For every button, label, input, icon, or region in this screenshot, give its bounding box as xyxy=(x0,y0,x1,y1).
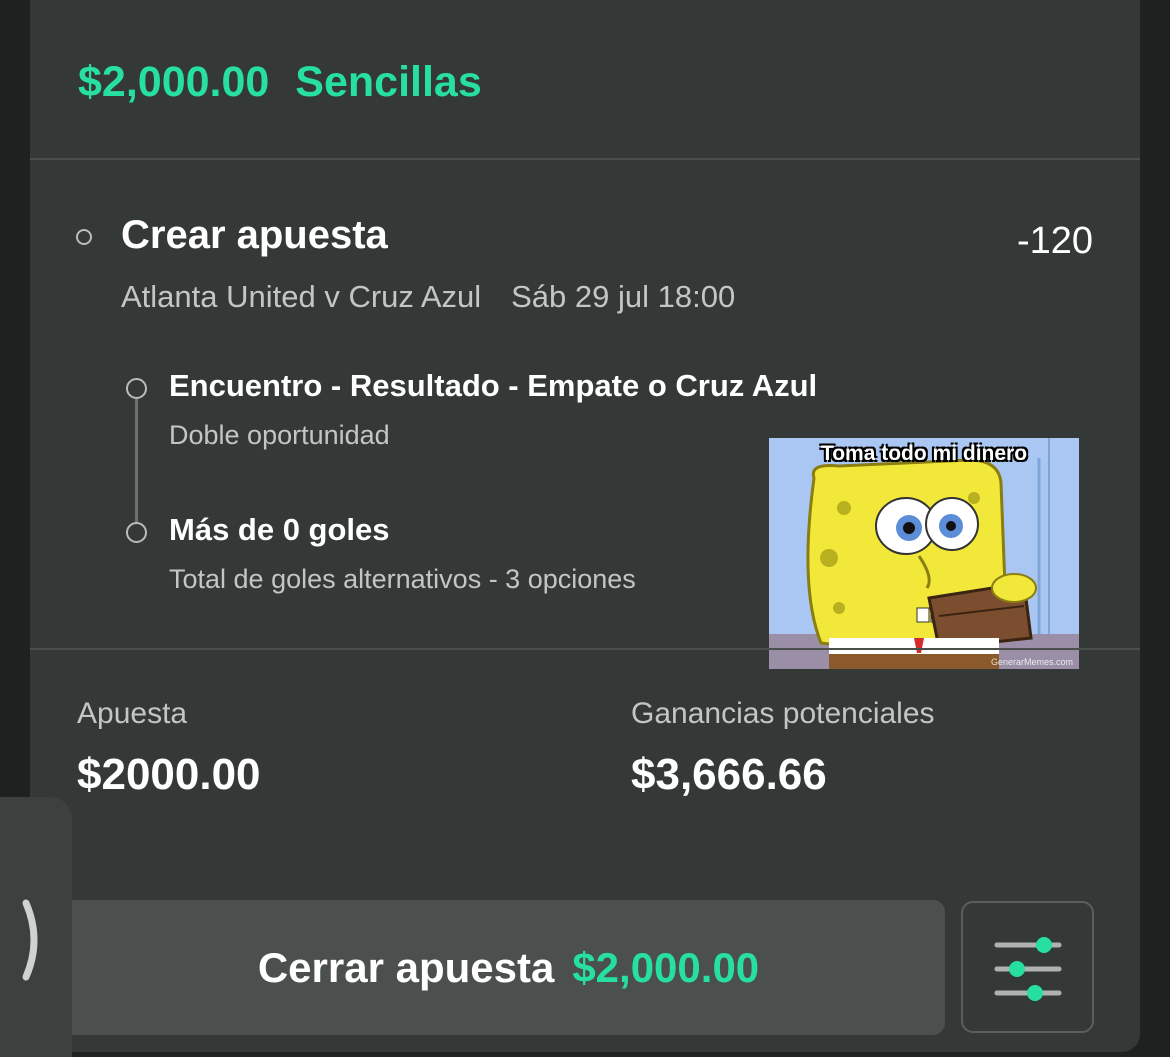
leg-subtitle: Doble oportunidad xyxy=(169,420,390,450)
bet-title: Crear apuesta xyxy=(121,213,388,257)
leg-subtitle: Total de goles alternativos - 3 opciones xyxy=(169,564,636,594)
chevron-right-icon xyxy=(22,899,38,981)
header-bet-type: Sencillas xyxy=(295,58,482,106)
match-datetime: Sáb 29 jul 18:00 xyxy=(511,279,736,314)
spongebob-meme-illustration xyxy=(769,438,1079,669)
leg-title: Más de 0 goles xyxy=(169,512,390,547)
meme-caption: Toma todo mi dinero xyxy=(820,442,1028,465)
cashout-button[interactable]: Cerrar apuesta $2,000.00 xyxy=(72,900,945,1035)
winnings-label: Ganancias potenciales xyxy=(631,697,935,730)
bet-match-info: Atlanta United v Cruz Azul Sáb 29 jul 18:… xyxy=(121,279,735,315)
leg-dot xyxy=(126,378,147,399)
settings-button[interactable] xyxy=(961,901,1094,1033)
leg-dot xyxy=(126,522,147,543)
header-amount: $2,000.00 xyxy=(78,58,270,106)
divider xyxy=(30,158,1140,160)
bet-status-dot xyxy=(76,229,92,245)
bet-odds: -120 xyxy=(1016,220,1093,262)
stake-value: $2000.00 xyxy=(77,750,261,799)
sliders-icon xyxy=(994,937,1062,1001)
meme-credit: GenerarMemes.com xyxy=(990,657,1073,667)
cashout-label: Cerrar apuesta xyxy=(257,943,555,991)
meme-image: Toma todo mi dinero GenerarMemes.com xyxy=(769,438,1079,669)
divider xyxy=(30,648,1140,650)
leg-title: Encuentro - Resultado - Empate o Cruz Az… xyxy=(169,368,818,403)
winnings-value: $3,666.66 xyxy=(631,750,827,799)
match-name: Atlanta United v Cruz Azul xyxy=(121,279,482,314)
bet-header: $2,000.00 Sencillas xyxy=(78,58,482,107)
stake-label: Apuesta xyxy=(77,697,188,730)
side-panel-toggle[interactable] xyxy=(0,797,72,1057)
legs-connector-line xyxy=(135,396,138,524)
cashout-amount: $2,000.00 xyxy=(572,943,760,991)
